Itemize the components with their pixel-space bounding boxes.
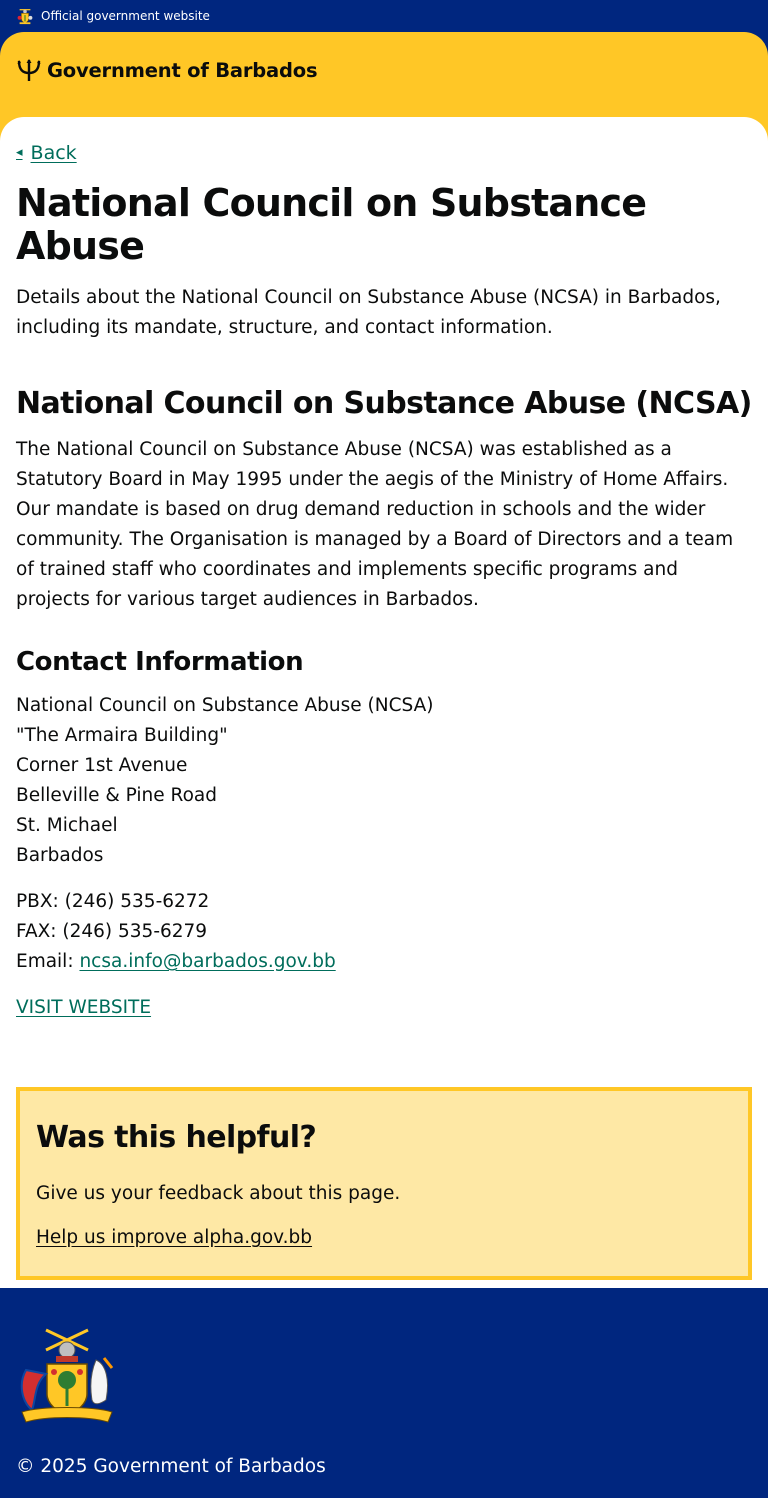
section-heading: National Council on Substance Abuse (NCS…	[16, 385, 752, 421]
official-banner: Official government website	[0, 0, 768, 32]
page-lede: Details about the National Council on Su…	[16, 286, 721, 338]
site-footer: © 2025 Government of Barbados	[0, 1288, 768, 1498]
feedback-box: Was this helpful? Give us your feedback …	[16, 1086, 752, 1281]
address-line: National Council on Substance Abuse (NCS…	[16, 694, 434, 716]
back-link-label: Back	[30, 141, 77, 164]
feedback-link[interactable]: Help us improve alpha.gov.bb	[36, 1227, 312, 1248]
address-line: St. Michael	[16, 814, 118, 836]
contact-address: National Council on Substance Abuse (NCS…	[16, 691, 752, 871]
fax-number: FAX: (246) 535-6279	[16, 920, 208, 942]
home-logo-link[interactable]: Government of Barbados	[16, 57, 318, 83]
visit-website-link[interactable]: VISIT WEBSITE	[16, 993, 151, 1023]
contact-heading: Contact Information	[16, 647, 304, 678]
section-body: The National Council on Substance Abuse …	[16, 439, 734, 611]
coat-of-arms-icon	[16, 7, 34, 25]
back-arrow-icon: ◂	[16, 145, 23, 160]
page-title: National Council on Substance Abuse	[16, 180, 647, 269]
address-line: "The Armaira Building"	[16, 724, 228, 746]
official-banner-text: Official government website	[41, 9, 210, 23]
main-content: ◂ Back National Council on Substance Abu…	[0, 117, 768, 1281]
contact-numbers: PBX: (246) 535-6272 FAX: (246) 535-6279 …	[16, 887, 752, 977]
trident-icon	[16, 57, 42, 83]
feedback-text: Give us your feedback about this page.	[36, 1183, 401, 1205]
site-header: Government of Barbados	[0, 32, 768, 128]
address-line: Corner 1st Avenue	[16, 754, 188, 776]
feedback-heading: Was this helpful?	[36, 1119, 317, 1155]
coat-of-arms-icon	[16, 1320, 118, 1428]
footer-copyright: © 2025 Government of Barbados	[16, 1456, 326, 1478]
address-line: Barbados	[16, 844, 104, 866]
email-link[interactable]: ncsa.info@barbados.gov.bb	[79, 951, 335, 972]
back-link[interactable]: ◂ Back	[16, 142, 77, 164]
pbx-number: PBX: (246) 535-6272	[16, 890, 210, 912]
address-line: Belleville & Pine Road	[16, 784, 217, 806]
email-label: Email:	[16, 950, 74, 972]
brand-name: Government of Barbados	[47, 58, 318, 82]
email-row: Email: ncsa.info@barbados.gov.bb	[16, 947, 752, 977]
